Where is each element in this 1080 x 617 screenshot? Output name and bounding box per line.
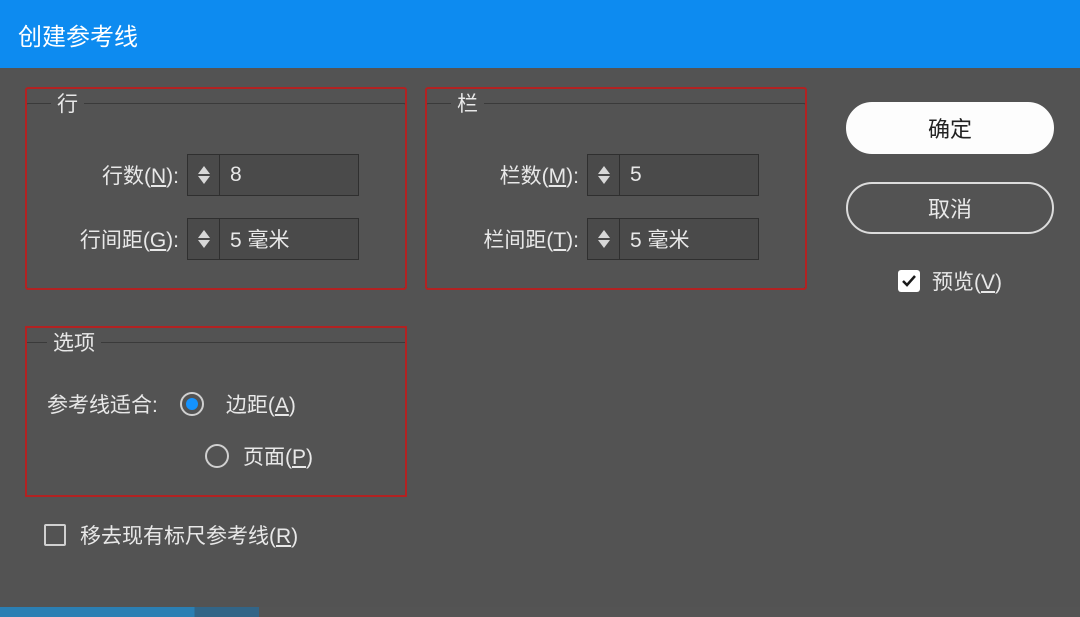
fit-label: 参考线适合:: [47, 389, 158, 419]
ok-button[interactable]: 确定: [846, 102, 1054, 154]
rows-group: 行 行数(N): 行间距(G):: [26, 88, 406, 289]
remove-guides-label: 移去现有标尺参考线(R): [80, 520, 298, 550]
rows-gap-stepper[interactable]: [187, 218, 359, 260]
radio-margin-label: 边距(A): [226, 389, 296, 419]
stepper-arrows-icon[interactable]: [587, 218, 619, 260]
stepper-arrows-icon[interactable]: [587, 154, 619, 196]
options-legend: 选项: [47, 327, 101, 357]
radio-page-label: 页面(P): [243, 441, 313, 471]
preview-label: 预览(V): [932, 266, 1002, 296]
columns-count-label: 栏数(M):: [451, 160, 579, 190]
rows-gap-label: 行间距(G):: [51, 224, 179, 254]
stepper-arrows-icon[interactable]: [187, 218, 219, 260]
options-group: 选项 参考线适合: 边距(A) 页面(P): [26, 327, 406, 496]
button-column: 确定 取消 预览(V): [846, 88, 1054, 550]
columns-legend: 栏: [451, 88, 484, 118]
rows-count-label: 行数(N):: [51, 160, 179, 190]
radio-margin[interactable]: [180, 392, 204, 416]
ok-button-label: 确定: [928, 112, 972, 144]
cancel-button-label: 取消: [928, 192, 972, 224]
columns-group: 栏 栏数(M): 栏间距(T):: [426, 88, 806, 289]
titlebar: 创建参考线: [0, 0, 1080, 68]
radio-page[interactable]: [205, 444, 229, 468]
columns-count-stepper[interactable]: [587, 154, 759, 196]
stepper-arrows-icon[interactable]: [187, 154, 219, 196]
window-title: 创建参考线: [18, 17, 138, 52]
columns-gap-input[interactable]: [619, 218, 759, 260]
preview-checkbox[interactable]: [898, 270, 920, 292]
cancel-button[interactable]: 取消: [846, 182, 1054, 234]
remove-guides-checkbox[interactable]: [44, 524, 66, 546]
check-icon: [901, 273, 917, 289]
rows-count-input[interactable]: [219, 154, 359, 196]
rows-legend: 行: [51, 88, 84, 118]
rows-count-stepper[interactable]: [187, 154, 359, 196]
bottom-strip: [0, 607, 1080, 617]
rows-gap-input[interactable]: [219, 218, 359, 260]
dialog-body: 行 行数(N): 行间距(G):: [0, 68, 1080, 617]
columns-gap-stepper[interactable]: [587, 218, 759, 260]
columns-gap-label: 栏间距(T):: [451, 224, 579, 254]
columns-count-input[interactable]: [619, 154, 759, 196]
